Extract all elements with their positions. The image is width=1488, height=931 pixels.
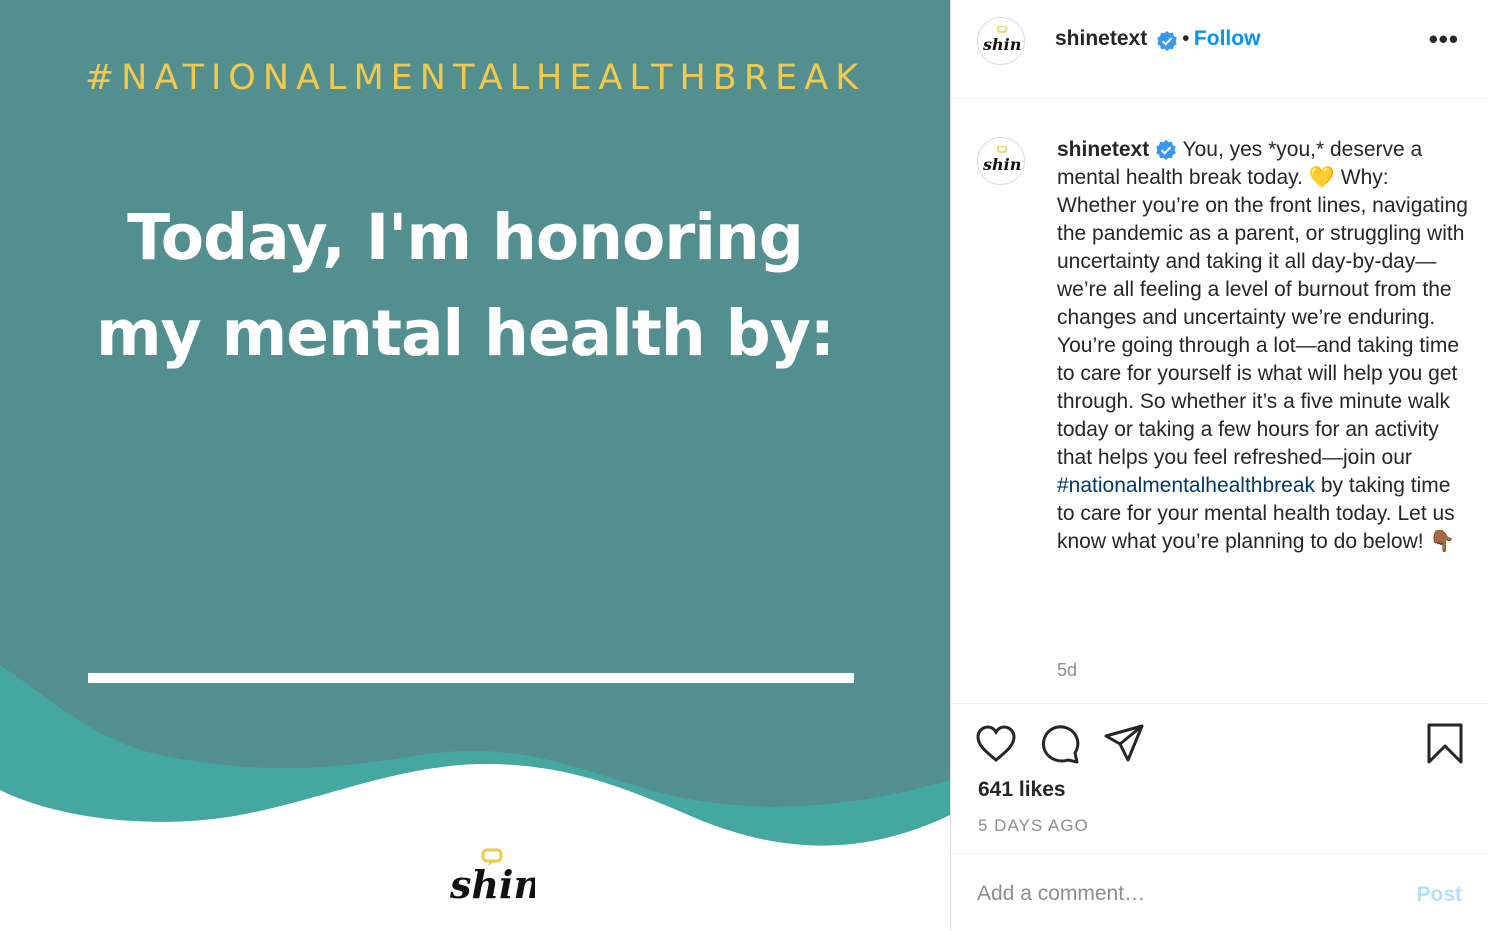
share-icon[interactable] — [1103, 723, 1145, 765]
header-user-row: shinetext • Follow — [1055, 27, 1260, 52]
verified-badge-icon — [1156, 140, 1176, 161]
post-header: shine shinetext • Follow ••• — [951, 0, 1488, 99]
verified-badge-icon — [1156, 30, 1177, 51]
caption-text-part-1: You, yes *you,* deserve a mental health … — [1057, 138, 1468, 469]
comment-input[interactable] — [977, 882, 1377, 906]
caption-timestamp[interactable]: 5d — [1057, 660, 1077, 681]
more-options-icon[interactable]: ••• — [1429, 24, 1459, 55]
caption-hashtag-link[interactable]: #nationalmentalhealthbreak — [1057, 474, 1315, 497]
post-age[interactable]: 5 DAYS AGO — [978, 816, 1089, 836]
svg-text:shine: shine — [982, 35, 1022, 54]
caption-username[interactable]: shinetext — [1057, 138, 1149, 161]
bookmark-icon[interactable] — [1425, 722, 1465, 766]
post-image[interactable]: #NATIONALMENTALHEALTHBREAK Today, I'm ho… — [0, 0, 950, 930]
likes-count[interactable]: 641 likes — [978, 778, 1066, 802]
caption-avatar[interactable]: shine — [977, 137, 1025, 185]
comment-box: Post — [951, 853, 1488, 931]
avatar[interactable]: shine — [977, 17, 1025, 65]
heart-icon[interactable] — [975, 724, 1017, 764]
fill-in-line — [88, 673, 854, 683]
post-comment-button[interactable]: Post — [1416, 883, 1462, 907]
svg-text:shine: shine — [982, 155, 1022, 174]
shine-logo-icon: shine — [982, 146, 1022, 174]
header-username[interactable]: shinetext — [1055, 27, 1147, 50]
svg-text:shine: shine — [449, 862, 535, 907]
action-bar: 641 likes 5 DAYS AGO — [951, 703, 1488, 854]
comment-icon[interactable] — [1039, 723, 1081, 765]
post-caption: shinetext You, yes *you,* deserve a ment… — [1057, 136, 1469, 556]
shine-logo-icon: shine — [449, 848, 535, 907]
shine-logo-icon: shine — [982, 26, 1022, 54]
wave-decoration — [0, 665, 950, 930]
post-side-panel: shine shinetext • Follow ••• shine shine… — [950, 0, 1488, 930]
separator-dot: • — [1182, 27, 1190, 50]
follow-button[interactable]: Follow — [1194, 27, 1261, 50]
